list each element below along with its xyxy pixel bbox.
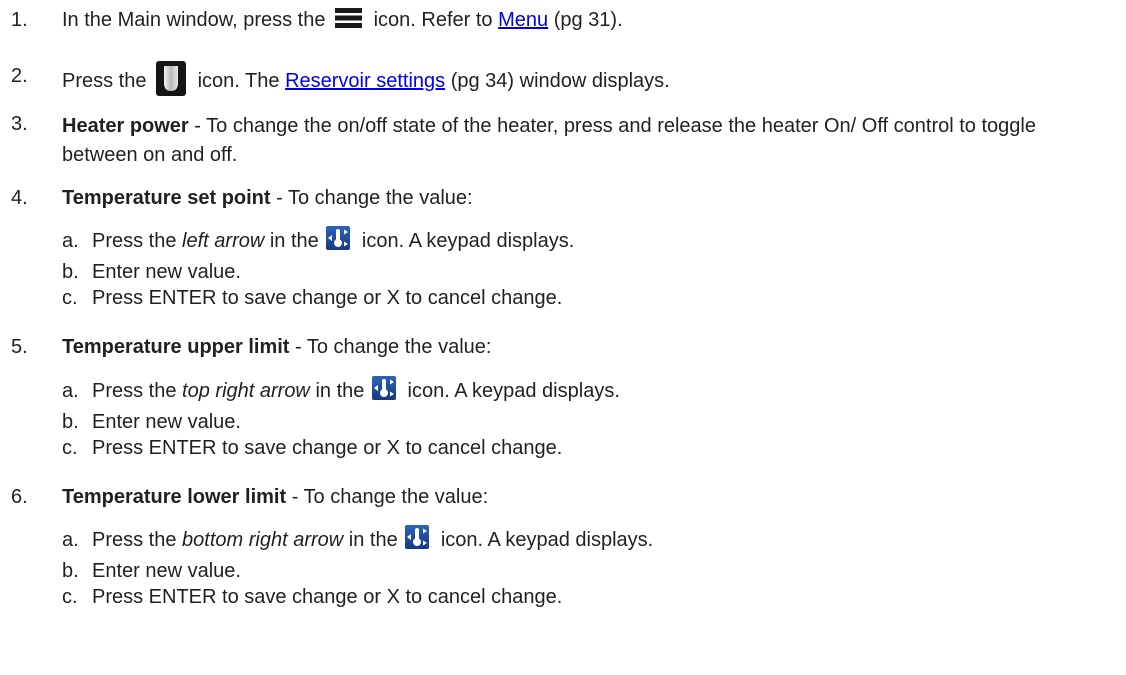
step-text: Temperature lower limit - To change the … bbox=[62, 486, 489, 508]
step-number: 2. bbox=[11, 65, 28, 87]
step-heading: Temperature upper limit bbox=[62, 336, 290, 358]
menu-link[interactable]: Menu bbox=[498, 9, 548, 31]
step-number: 4. bbox=[11, 187, 28, 209]
step-number: 5. bbox=[11, 336, 28, 358]
step-heading: Heater power bbox=[62, 115, 189, 137]
step-heading: Temperature lower limit bbox=[62, 486, 287, 508]
menu-icon bbox=[335, 7, 363, 29]
step-text: Temperature upper limit - To change the … bbox=[62, 336, 492, 358]
reservoir-settings-link[interactable]: Reservoir settings bbox=[285, 70, 445, 92]
step-text: Temperature set point - To change the va… bbox=[62, 187, 473, 209]
step-number: 1. bbox=[11, 9, 28, 31]
step-number: 3. bbox=[11, 113, 28, 135]
step-text: In the Main window, press the icon. Refe… bbox=[62, 7, 623, 32]
step-heading: Temperature set point bbox=[62, 187, 271, 209]
thermometer-icon bbox=[371, 375, 396, 400]
document-page: 1. In the Main window, press the icon. R… bbox=[0, 0, 1126, 675]
thermometer-icon bbox=[405, 524, 430, 549]
thermometer-icon bbox=[326, 225, 351, 250]
step-text: Heater power - To change the on/off stat… bbox=[62, 115, 1036, 166]
step-number: 6. bbox=[11, 486, 28, 508]
step-text: Press the icon. The Reservoir settings (… bbox=[62, 61, 670, 99]
reservoir-icon bbox=[156, 61, 187, 96]
